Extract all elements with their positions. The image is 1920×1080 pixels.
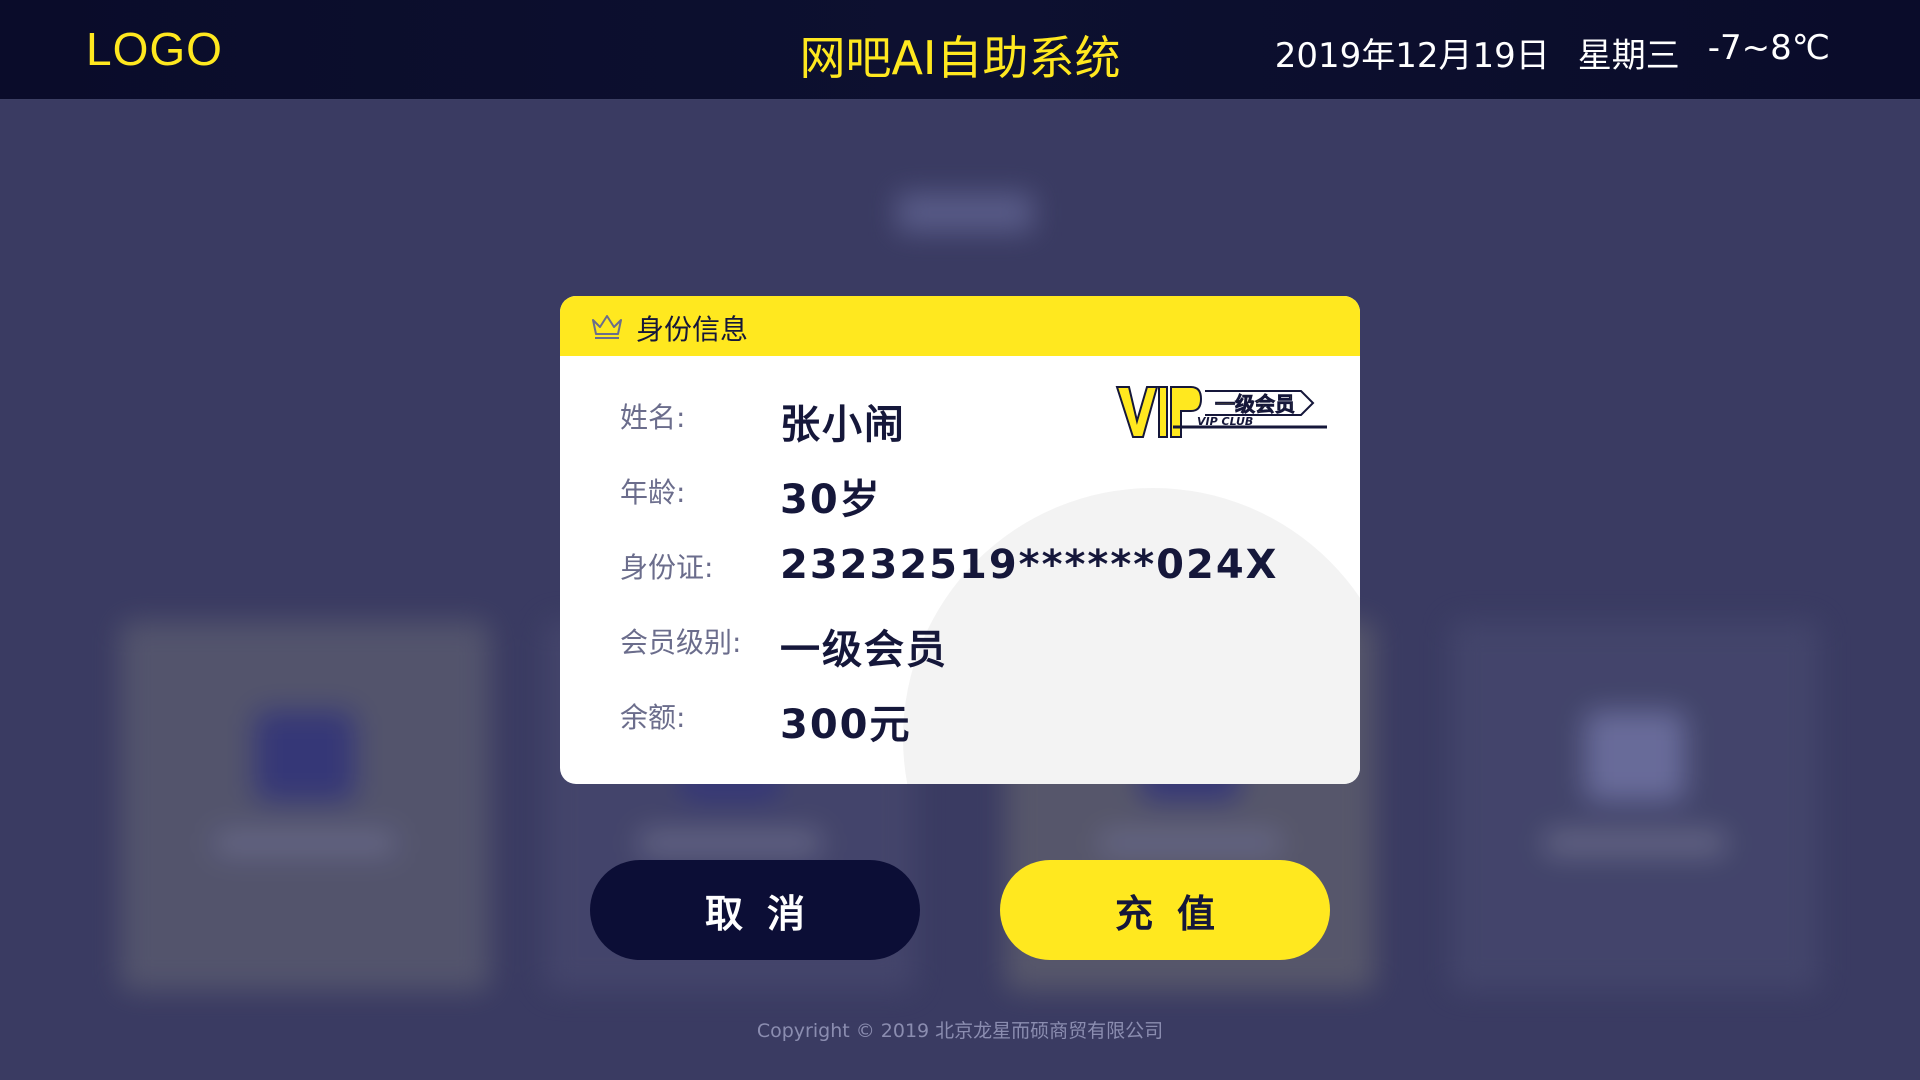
identity-dialog: 身份信息 一级会员 VIP CLUB 姓名: 张小闹 年龄: 30岁 身份证: … [560,296,1360,784]
cancel-button[interactable]: 取消 [590,860,920,960]
date-text: 2019年12月19日 [1274,36,1550,76]
field-value: 一级会员 [780,627,948,673]
field-balance: 余额: 300元 [620,692,1320,767]
dialog-title: 身份信息 [636,313,749,346]
field-label: 年龄: [620,476,686,509]
date-weather: 2019年12月19日 星期三 -7~8℃ [1275,28,1830,77]
dialog-header: 身份信息 [560,296,1360,356]
field-value: 300元 [780,702,912,748]
field-label: 会员级别: [620,626,742,659]
field-value: 张小闹 [780,402,906,448]
field-name: 姓名: 张小闹 [620,392,1320,467]
recharge-button[interactable]: 充值 [1000,860,1330,960]
weekday-text: 星期三 [1577,36,1680,76]
field-value: 30岁 [780,477,882,523]
crown-icon [592,315,622,339]
temperature-text: -7~8℃ [1707,28,1830,68]
field-id-number: 身份证: 23232519******024X [620,542,1320,617]
copyright-footer: Copyright © 2019 北京龙星而硕商贸有限公司 [756,1020,1164,1042]
blurred-card [1450,621,1820,991]
identity-fields: 姓名: 张小闹 年龄: 30岁 身份证: 23232519******024X … [620,392,1320,767]
field-age: 年龄: 30岁 [620,467,1320,542]
field-member-level: 会员级别: 一级会员 [620,617,1320,692]
field-label: 姓名: [620,401,686,434]
field-value: 23232519******024X [780,542,1279,588]
top-bar: LOGO 网吧AI自助系统 2019年12月19日 星期三 -7~8℃ [0,0,1920,100]
field-label: 余额: [620,701,686,734]
field-label: 身份证: [620,551,714,584]
blurred-heading: ▆▆▆▆ [897,181,1033,232]
blurred-card [120,621,490,991]
